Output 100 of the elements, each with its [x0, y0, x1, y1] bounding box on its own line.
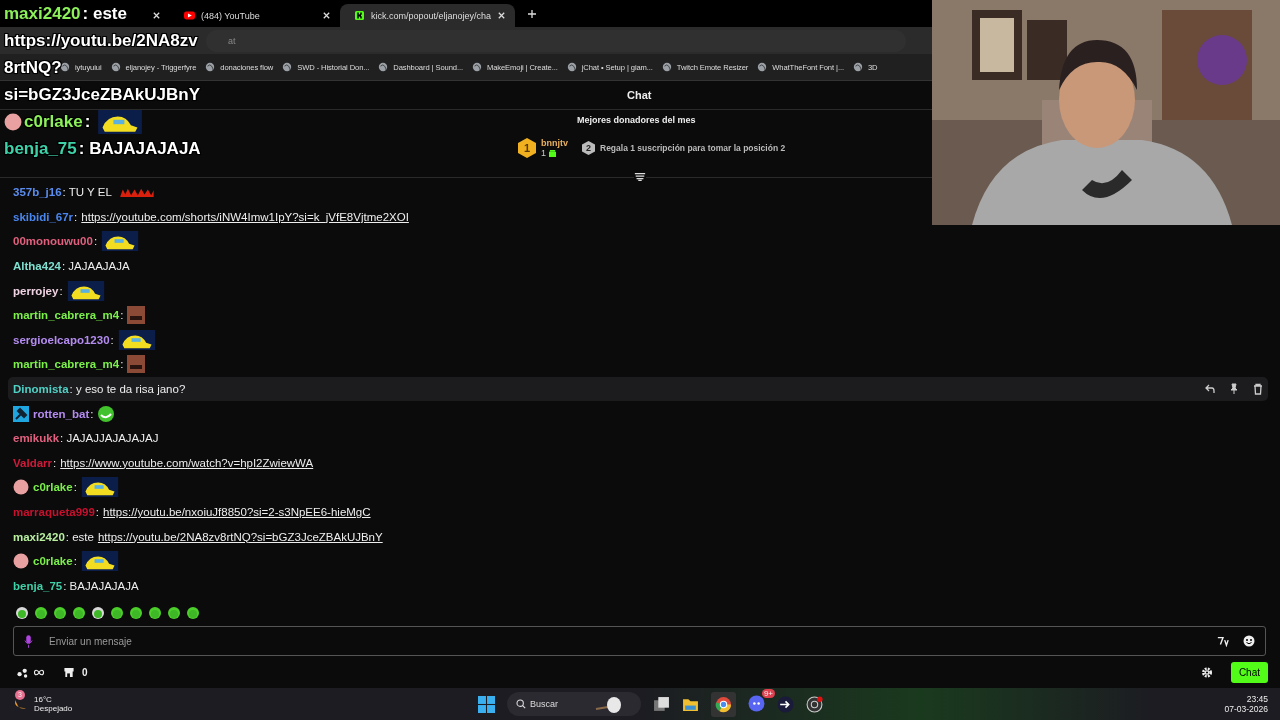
recorder-icon[interactable] — [806, 695, 823, 713]
weather-text: Despejado — [34, 704, 73, 713]
temperature: 16°C — [34, 695, 53, 704]
new-tab-icon[interactable] — [527, 8, 538, 19]
search-input[interactable]: Buscar — [530, 699, 590, 709]
discord-icon[interactable] — [748, 694, 765, 712]
browser-icon[interactable] — [711, 691, 736, 717]
username[interactable]: Altha424 — [13, 260, 61, 272]
pin-icon[interactable] — [1228, 382, 1240, 395]
address-field[interactable]: at — [206, 29, 906, 52]
blob-icon[interactable] — [129, 606, 143, 620]
username[interactable]: skibidi_67r — [13, 210, 74, 223]
search-field[interactable]: Buscar — [507, 692, 641, 716]
username[interactable]: c0rlake — [33, 481, 73, 494]
blob-icon[interactable] — [186, 606, 200, 620]
username[interactable]: c0rlake — [33, 555, 73, 568]
message-text: : — [59, 284, 63, 297]
car-icon — [98, 109, 143, 134]
message-text: : — [73, 481, 77, 494]
close-icon[interactable] — [152, 11, 161, 20]
blob-icon[interactable] — [53, 606, 67, 620]
username[interactable]: martin_cabrera_m4 — [13, 358, 120, 371]
message-text: : — [73, 555, 77, 568]
rank-badge: 1 — [518, 138, 536, 158]
username[interactable]: Valdarr — [13, 456, 52, 469]
overlay-message: 8rtNQ? — [4, 57, 62, 78]
message-text: : — [120, 309, 124, 322]
smiley-icon[interactable] — [1243, 635, 1255, 647]
message-text: : y eso te da risa jano? — [69, 382, 186, 395]
notification-badge: 9+ — [761, 688, 775, 698]
username[interactable]: 357b_j16 — [13, 186, 62, 199]
username[interactable]: 00monouwu00 — [13, 235, 93, 248]
blob-icon[interactable] — [72, 606, 86, 620]
rank-badge: 2 — [582, 141, 595, 155]
settings-icon[interactable] — [1200, 666, 1213, 678]
message-input[interactable]: Enviar un mensaje — [41, 634, 1203, 648]
close-icon[interactable] — [322, 11, 331, 20]
translate-icon[interactable] — [1217, 635, 1229, 647]
globe-icon — [60, 62, 70, 72]
delete-icon[interactable] — [1252, 382, 1264, 395]
message-text: : — [110, 333, 114, 346]
message-text: : — [90, 407, 94, 420]
username[interactable]: rotten_bat — [33, 407, 90, 420]
overlay-message: si=bGZ3JceZBAkUJBnY — [4, 84, 201, 105]
username[interactable]: martin_cabrera_m4 — [13, 309, 120, 322]
microphone-icon[interactable] — [24, 634, 33, 648]
chat-title: Chat — [627, 89, 652, 101]
browser-tab[interactable]: kick.com/popout/eljanojey/cha — [340, 4, 516, 27]
message-text: : — [53, 456, 57, 469]
globe-icon — [282, 62, 293, 72]
globe-icon — [471, 62, 482, 72]
blob-icon[interactable] — [15, 606, 29, 620]
arrow-app-icon[interactable] — [777, 695, 794, 713]
message-link[interactable]: https://youtu.be/2NA8zv8rtNQ?si=bGZ3JceZBAkUJBnY — [97, 530, 383, 543]
blob-icon[interactable] — [110, 606, 124, 620]
blob-icon[interactable] — [91, 606, 105, 620]
collapse-icon[interactable] — [634, 172, 646, 182]
globe-icon — [661, 62, 672, 72]
message-link[interactable]: https://www.youtube.com/watch?v=hpI2ZwiewWA — [60, 456, 314, 469]
reply-icon[interactable] — [1204, 382, 1216, 395]
browser-tab[interactable]: (484) YouTube — [170, 4, 340, 27]
blob-icon[interactable] — [167, 606, 181, 620]
message-link[interactable]: https://youtu.be/nxoiuJf8850?si=2-s3NpEE6-hieMgC — [103, 505, 371, 518]
close-icon[interactable] — [497, 11, 507, 20]
overlay-message: : — [84, 111, 91, 132]
globe-icon — [110, 62, 121, 72]
message-text: : — [95, 505, 100, 518]
donor-name: bnnjtv — [541, 138, 569, 148]
windows-logo-icon[interactable] — [478, 695, 495, 713]
blob-icon[interactable] — [34, 606, 48, 620]
overlay-message: https://youtu.be/2NA8zv — [4, 30, 198, 51]
globe-icon — [205, 62, 216, 72]
k-logo-icon — [354, 11, 365, 20]
username[interactable]: Dinomista — [13, 382, 69, 395]
message-text: : — [93, 235, 98, 248]
emote-icon — [127, 306, 146, 325]
message-text: : JAJAJJAJAJAJAJ — [60, 432, 159, 445]
overlay-message: : BAJAJAJAJA — [78, 138, 201, 159]
blob-icon[interactable] — [148, 606, 162, 620]
donors-title: Mejores donadores del mes — [577, 115, 696, 125]
username[interactable]: maxi2420 — [13, 530, 65, 543]
car-icon — [80, 551, 119, 572]
task-view-icon[interactable] — [653, 695, 670, 713]
username[interactable]: benja_75 — [13, 579, 63, 592]
store-icon[interactable] — [63, 666, 75, 678]
globe-icon — [566, 62, 577, 72]
username[interactable]: sergioelcapo1230 — [13, 333, 110, 346]
video-play-icon — [184, 11, 195, 20]
clock-date: 07-03-2026 — [1224, 704, 1268, 714]
chat-button[interactable]: Chat — [1230, 661, 1268, 683]
username[interactable]: perrojey — [13, 284, 59, 297]
message-text: : BAJAJAJAJA — [63, 579, 139, 592]
overlay-username: c0rlake — [24, 111, 83, 132]
message-link[interactable]: https://youtube.com/shorts/iNW4Imw1IpY?si=k_jVfE8Vjtme2XOI — [81, 210, 409, 223]
car-icon — [80, 477, 119, 498]
username[interactable]: emikukk — [13, 432, 60, 445]
dots-icon[interactable] — [17, 666, 29, 678]
message-text: : — [120, 358, 124, 371]
message-field[interactable]: Enviar un mensaje — [13, 626, 1266, 656]
message-text: : — [74, 210, 78, 223]
